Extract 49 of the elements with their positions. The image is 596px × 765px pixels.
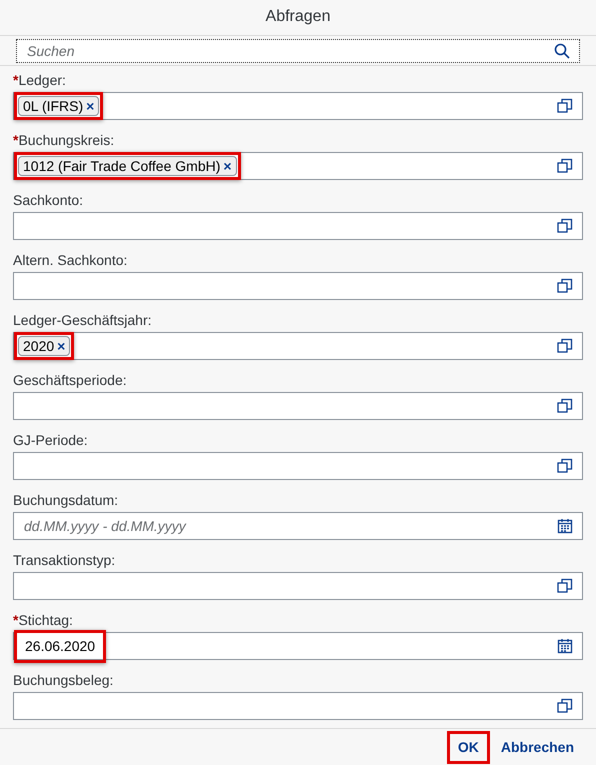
field-label: Ledger-Geschäftsjahr: [13, 310, 152, 330]
dialog-title: Abfragen [266, 7, 330, 28]
input-field[interactable]: dd.MM.yyyy - dd.MM.yyyy [13, 512, 583, 540]
value-help-icon[interactable] [557, 698, 573, 714]
token[interactable]: 0L (IFRS) × [18, 96, 100, 116]
input-field[interactable] [13, 392, 583, 420]
value-help-icon[interactable] [557, 218, 573, 234]
field-label: Stichtag: [18, 610, 73, 630]
required-asterisk: * [13, 610, 18, 630]
input-field[interactable] [13, 692, 583, 720]
field-label: Geschäftsperiode: [13, 370, 127, 390]
token[interactable]: 2020 × [18, 336, 70, 356]
dialog-button[interactable]: OK [450, 734, 487, 761]
input-field[interactable] [13, 452, 583, 480]
remove-token-icon[interactable]: × [86, 99, 94, 114]
input-field[interactable] [13, 572, 583, 600]
field-label: Transaktionstyp: [13, 550, 116, 570]
field-label: Buchungskreis: [18, 130, 114, 150]
placeholder: dd.MM.yyyy - dd.MM.yyyy [23, 516, 188, 536]
input-field[interactable]: 1012 (Fair Trade Coffee GmbH) × [13, 152, 583, 180]
value-help-icon[interactable] [557, 278, 573, 294]
dialog-button[interactable]: Abbrechen [492, 734, 582, 761]
remove-token-icon[interactable]: × [223, 159, 232, 174]
input-field[interactable]: 0L (IFRS) × [13, 92, 583, 120]
search-icon[interactable] [554, 42, 570, 59]
value-help-icon[interactable] [557, 578, 573, 594]
calendar-icon[interactable] [557, 638, 573, 654]
field-value: 26.06.2020 [24, 636, 96, 656]
field-label: Sachkonto: [13, 190, 84, 210]
field-label: Ledger: [18, 70, 66, 90]
field-label: Buchungsbeleg: [13, 670, 114, 690]
field-label: GJ-Periode: [13, 430, 88, 450]
input-field[interactable] [13, 212, 583, 240]
value-help-icon[interactable] [557, 98, 573, 114]
field-label: Buchungsdatum: [13, 490, 118, 510]
field-label: Altern. Sachkonto: [13, 250, 128, 270]
calendar-icon[interactable] [557, 518, 573, 534]
input-field[interactable]: 26.06.2020 [13, 632, 583, 660]
search-field[interactable]: Suchen [16, 38, 580, 63]
value-help-icon[interactable] [557, 458, 573, 474]
value-help-icon[interactable] [557, 158, 573, 174]
token[interactable]: 1012 (Fair Trade Coffee GmbH) × [18, 156, 237, 176]
input-field[interactable]: 2020 × [13, 332, 583, 360]
value-help-icon[interactable] [557, 398, 573, 414]
required-asterisk: * [13, 70, 18, 90]
value-help-icon[interactable] [557, 338, 573, 354]
required-asterisk: * [13, 130, 18, 150]
input-field[interactable] [13, 272, 583, 300]
remove-token-icon[interactable]: × [57, 339, 66, 354]
